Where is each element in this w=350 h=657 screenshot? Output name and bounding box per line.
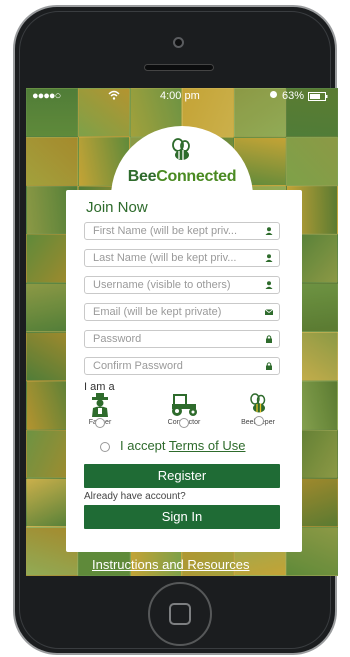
battery-percent: 63% — [282, 90, 305, 102]
alarm-icon — [269, 90, 278, 102]
status-bar: ●●●●○ 4:00 pm 63% — [26, 88, 338, 106]
terms-checkbox[interactable] — [100, 442, 110, 452]
password-input[interactable]: Password — [84, 330, 280, 348]
terms-label: I accept Terms of Use — [120, 438, 246, 453]
role-farmer-radio[interactable] — [95, 418, 105, 428]
app-logo-text: BeeConnected — [127, 168, 237, 185]
confirm-password-input[interactable]: Confirm Password — [84, 357, 280, 375]
status-time: 4:00 pm — [160, 90, 200, 102]
tractor-icon — [172, 394, 197, 416]
home-button[interactable] — [148, 582, 212, 646]
person-icon — [265, 281, 273, 289]
battery-icon — [308, 92, 328, 104]
instructions-link[interactable]: Instructions and Resources — [92, 557, 250, 572]
wifi-icon — [108, 90, 120, 103]
register-button[interactable]: Register — [84, 464, 280, 488]
person-icon — [265, 254, 273, 262]
already-have-account-label: Already have account? — [84, 491, 186, 502]
role-contractor-radio[interactable] — [179, 418, 189, 428]
first-name-input[interactable]: First Name (will be kept priv... — [84, 222, 280, 240]
app-screen: ●●●●○ 4:00 pm 63% BeeConnected Join Now … — [26, 88, 338, 576]
front-camera — [173, 37, 184, 48]
envelope-icon — [265, 309, 273, 315]
email-input[interactable]: Email (will be kept private) — [84, 303, 280, 321]
join-form-card: Join Now First Name (will be kept priv..… — [66, 190, 302, 552]
signal-indicator: ●●●●○ — [32, 90, 61, 102]
role-beekeeper-radio[interactable] — [254, 416, 264, 426]
person-icon — [265, 227, 273, 235]
background-photo-tile — [286, 136, 338, 186]
lock-icon — [266, 335, 272, 343]
username-input[interactable]: Username (visible to others) — [84, 276, 280, 294]
last-name-input[interactable]: Last Name (will be kept priv... — [84, 249, 280, 267]
sign-in-button[interactable]: Sign In — [84, 505, 280, 529]
bee-logo-icon — [172, 138, 190, 160]
form-title: Join Now — [86, 199, 148, 216]
farmer-icon — [92, 393, 108, 417]
bee-icon — [250, 393, 266, 413]
i-am-label: I am a — [84, 381, 115, 393]
background-photo-tile — [26, 136, 78, 186]
lock-icon — [266, 362, 272, 370]
earpiece-speaker — [144, 64, 214, 71]
terms-of-use-link[interactable]: Terms of Use — [169, 438, 246, 453]
